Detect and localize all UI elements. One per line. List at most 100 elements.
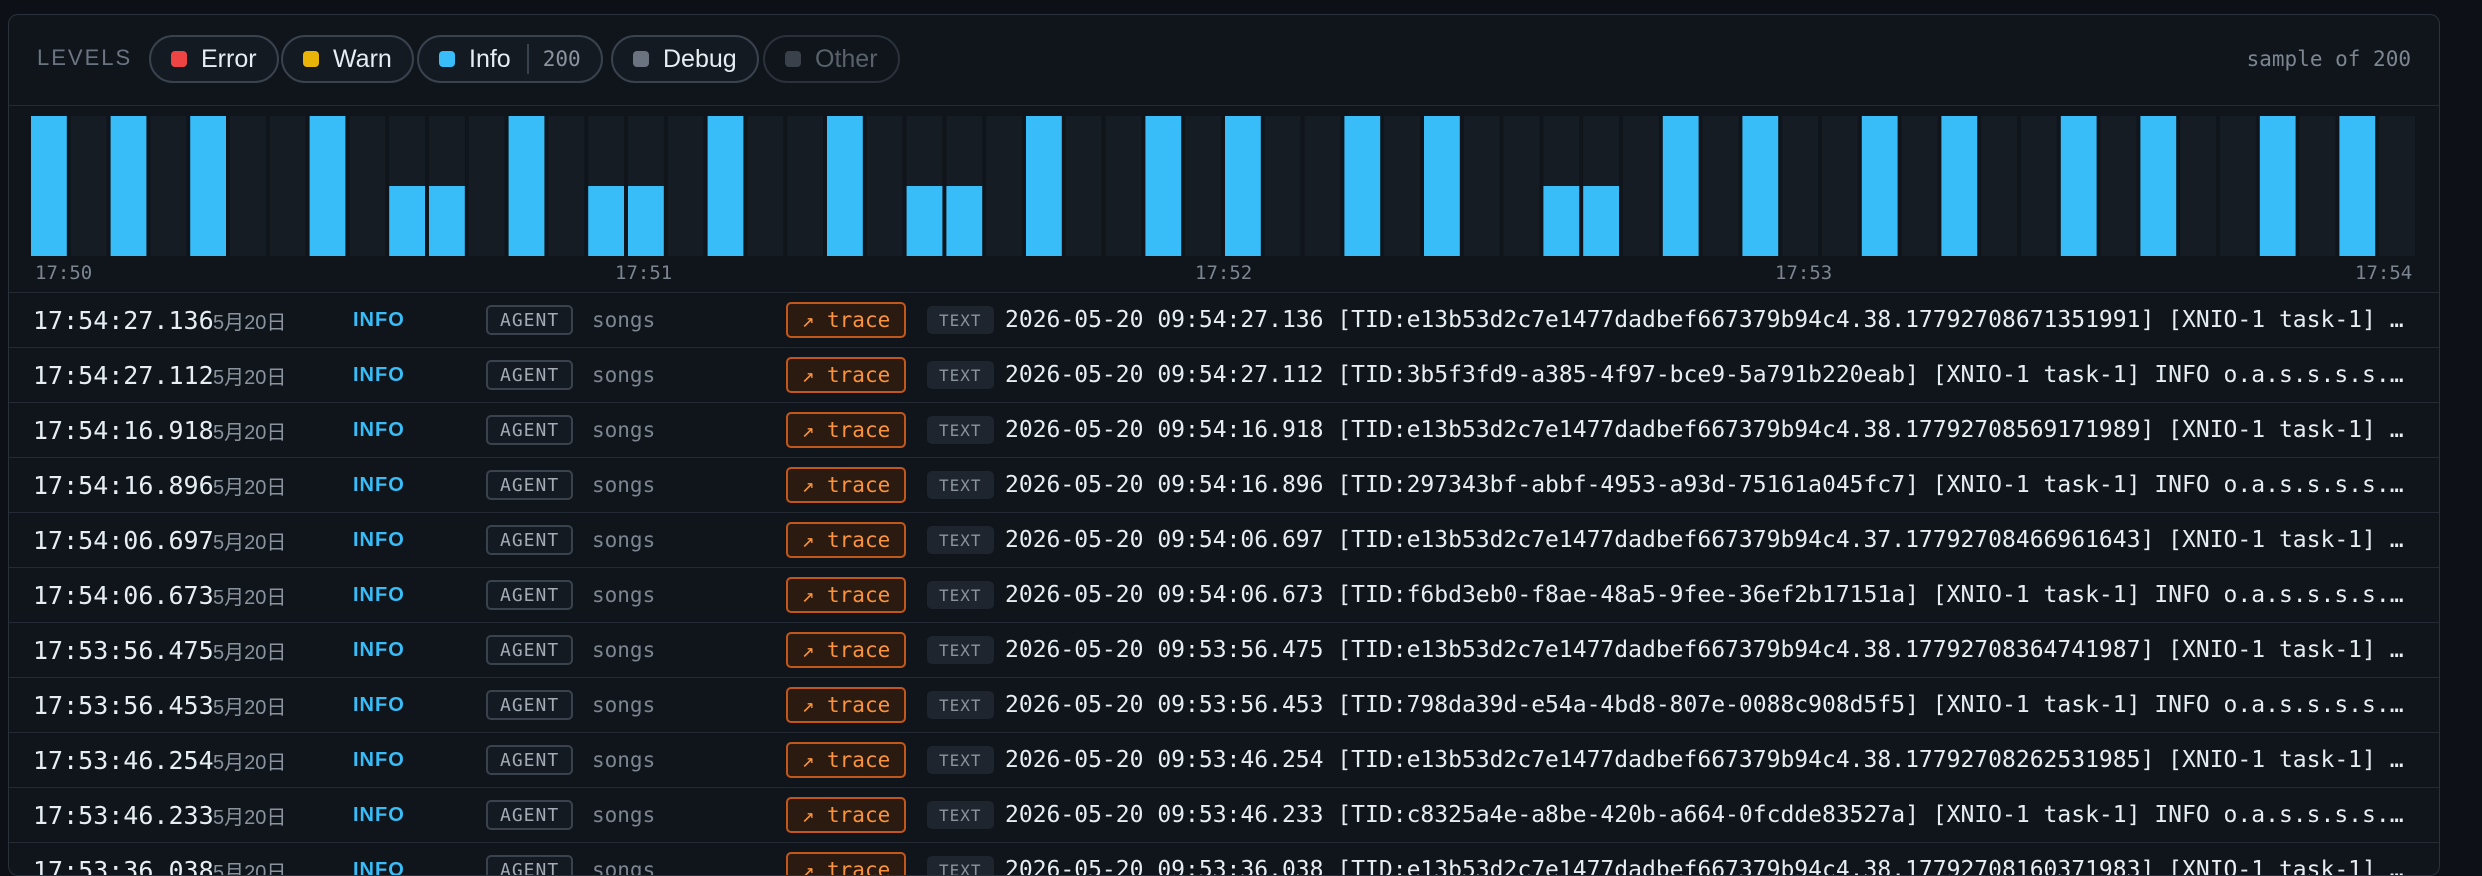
log-row[interactable]: 17:53:46.2545月20日INFOAGENTsongs↗ traceTE… bbox=[9, 733, 2439, 788]
log-time: 17:53:46.233 bbox=[33, 801, 214, 830]
log-level: INFO bbox=[353, 804, 405, 827]
log-source-tag: AGENT bbox=[486, 415, 573, 445]
histogram-bar bbox=[1742, 116, 1778, 256]
info-color-icon bbox=[439, 51, 455, 67]
log-source-tag: AGENT bbox=[486, 635, 573, 665]
log-message: 2026-05-20 09:54:27.136 [TID:e13b53d2c7e… bbox=[1005, 307, 2413, 333]
histogram-slot bbox=[1384, 116, 1420, 256]
trace-link-button[interactable]: ↗ trace bbox=[786, 797, 906, 833]
log-date: 5月20日 bbox=[213, 636, 286, 665]
log-histogram[interactable]: 17:50 17:51 17:52 17:53 17:54 bbox=[9, 106, 2439, 293]
trace-link-button[interactable]: ↗ trace bbox=[786, 522, 906, 558]
log-time: 17:54:06.697 bbox=[33, 526, 214, 555]
level-chip-label: Error bbox=[201, 45, 257, 74]
histogram-slot bbox=[668, 116, 704, 256]
log-row[interactable]: 17:53:56.4535月20日INFOAGENTsongs↗ traceTE… bbox=[9, 678, 2439, 733]
log-level: INFO bbox=[353, 694, 405, 717]
histogram-slot bbox=[1265, 116, 1301, 256]
histogram-tick: 17:52 bbox=[1195, 262, 1252, 284]
log-service: songs bbox=[592, 363, 655, 387]
log-level: INFO bbox=[353, 364, 405, 387]
log-message: 2026-05-20 09:53:56.475 [TID:e13b53d2c7e… bbox=[1005, 637, 2413, 663]
log-level: INFO bbox=[353, 584, 405, 607]
log-source-tag: AGENT bbox=[486, 855, 573, 876]
log-row[interactable]: 17:54:27.1125月20日INFOAGENTsongs↗ traceTE… bbox=[9, 348, 2439, 403]
level-chip-debug[interactable]: Debug bbox=[611, 35, 759, 83]
log-service: songs bbox=[592, 308, 655, 332]
trace-link-button[interactable]: ↗ trace bbox=[786, 412, 906, 448]
log-message: 2026-05-20 09:54:27.112 [TID:3b5f3fd9-a3… bbox=[1005, 362, 2413, 388]
histogram-bar bbox=[2339, 116, 2375, 256]
log-date: 5月20日 bbox=[213, 581, 286, 610]
histogram-slot bbox=[747, 116, 783, 256]
log-date: 5月20日 bbox=[213, 856, 286, 876]
log-level: INFO bbox=[353, 529, 405, 552]
log-row[interactable]: 17:54:27.1365月20日INFOAGENTsongs↗ traceTE… bbox=[9, 293, 2439, 348]
histogram-slot bbox=[71, 116, 107, 256]
log-service: songs bbox=[592, 638, 655, 662]
level-chip-warn[interactable]: Warn bbox=[281, 35, 414, 83]
log-level: INFO bbox=[353, 419, 405, 442]
log-source-tag: AGENT bbox=[486, 525, 573, 555]
log-message: 2026-05-20 09:54:06.697 [TID:e13b53d2c7e… bbox=[1005, 527, 2413, 553]
histogram-slot bbox=[1782, 116, 1818, 256]
histogram-bar bbox=[1225, 116, 1261, 256]
histogram-slot bbox=[1305, 116, 1341, 256]
histogram-tick: 17:54 bbox=[2355, 262, 2412, 284]
level-chip-label: Debug bbox=[663, 45, 737, 74]
log-time: 17:54:06.673 bbox=[33, 581, 214, 610]
log-source-tag: AGENT bbox=[486, 690, 573, 720]
log-level: INFO bbox=[353, 749, 405, 772]
level-chip-label: Info bbox=[469, 45, 511, 74]
histogram-bar bbox=[1543, 186, 1579, 256]
log-service: songs bbox=[592, 803, 655, 827]
trace-link-button[interactable]: ↗ trace bbox=[786, 467, 906, 503]
histogram-bar bbox=[1941, 116, 1977, 256]
trace-link-button[interactable]: ↗ trace bbox=[786, 632, 906, 668]
error-color-icon bbox=[171, 51, 187, 67]
histogram-chart[interactable] bbox=[9, 106, 2439, 256]
log-date: 5月20日 bbox=[213, 361, 286, 390]
log-date: 5月20日 bbox=[213, 801, 286, 830]
log-row[interactable]: 17:53:46.2335月20日INFOAGENTsongs↗ traceTE… bbox=[9, 788, 2439, 843]
log-date: 5月20日 bbox=[213, 471, 286, 500]
log-row[interactable]: 17:54:06.6975月20日INFOAGENTsongs↗ traceTE… bbox=[9, 513, 2439, 568]
trace-link-button[interactable]: ↗ trace bbox=[786, 687, 906, 723]
levels-filter-bar: LEVELS Error Warn Info 200 Debug Other s… bbox=[9, 15, 2439, 106]
log-time: 17:54:16.896 bbox=[33, 471, 214, 500]
histogram-bar bbox=[1862, 116, 1898, 256]
log-format-badge: TEXT bbox=[927, 471, 994, 499]
histogram-bar bbox=[190, 116, 226, 256]
histogram-bar bbox=[827, 116, 863, 256]
trace-link-button[interactable]: ↗ trace bbox=[786, 302, 906, 338]
level-chip-error[interactable]: Error bbox=[149, 35, 279, 83]
histogram-slot bbox=[1106, 116, 1142, 256]
log-row[interactable]: 17:54:06.6735月20日INFOAGENTsongs↗ traceTE… bbox=[9, 568, 2439, 623]
level-chip-info[interactable]: Info 200 bbox=[417, 35, 603, 83]
trace-link-button[interactable]: ↗ trace bbox=[786, 852, 906, 876]
level-chip-other[interactable]: Other bbox=[763, 35, 900, 83]
histogram-bar bbox=[1663, 116, 1699, 256]
log-source-tag: AGENT bbox=[486, 470, 573, 500]
histogram-bar bbox=[588, 186, 624, 256]
histogram-slot bbox=[150, 116, 186, 256]
log-source-tag: AGENT bbox=[486, 745, 573, 775]
log-format-badge: TEXT bbox=[927, 746, 994, 774]
histogram-bar bbox=[1344, 116, 1380, 256]
histogram-bar bbox=[1583, 186, 1619, 256]
log-row[interactable]: 17:53:56.4755月20日INFOAGENTsongs↗ traceTE… bbox=[9, 623, 2439, 678]
log-row[interactable]: 17:54:16.8965月20日INFOAGENTsongs↗ traceTE… bbox=[9, 458, 2439, 513]
histogram-slot bbox=[2021, 116, 2057, 256]
log-row[interactable]: 17:54:16.9185月20日INFOAGENTsongs↗ traceTE… bbox=[9, 403, 2439, 458]
histogram-slot bbox=[1981, 116, 2017, 256]
histogram-slot bbox=[230, 116, 266, 256]
log-row[interactable]: 17:53:36.0385月20日INFOAGENTsongs↗ traceTE… bbox=[9, 843, 2439, 876]
log-time: 17:54:16.918 bbox=[33, 416, 214, 445]
histogram-bar bbox=[946, 186, 982, 256]
trace-link-button[interactable]: ↗ trace bbox=[786, 357, 906, 393]
trace-link-button[interactable]: ↗ trace bbox=[786, 742, 906, 778]
level-chip-label: Warn bbox=[333, 45, 392, 74]
log-level: INFO bbox=[353, 859, 405, 876]
log-format-badge: TEXT bbox=[927, 691, 994, 719]
trace-link-button[interactable]: ↗ trace bbox=[786, 577, 906, 613]
